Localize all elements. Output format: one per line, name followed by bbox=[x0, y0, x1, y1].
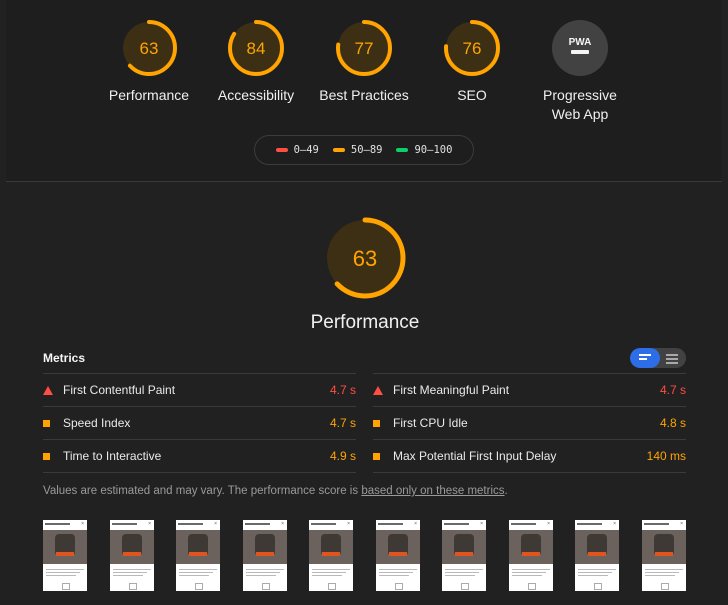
gauge-ring-icon: 76 bbox=[444, 20, 500, 76]
metrics-note: Values are estimated and may vary. The p… bbox=[43, 485, 508, 497]
metrics-bottom-rule bbox=[373, 472, 686, 473]
metrics-heading: Metrics bbox=[43, 351, 86, 365]
average-square-icon bbox=[373, 452, 389, 460]
metric-first-contentful-paint[interactable]: First Contentful Paint 4.7 s bbox=[43, 373, 356, 406]
metric-name: Max Potential First Input Delay bbox=[393, 449, 557, 463]
score-scale-legend: 0–49 50–89 90–100 bbox=[254, 135, 474, 165]
gauge-ring-icon: 84 bbox=[228, 20, 284, 76]
gauge-performance[interactable]: 63 Performance bbox=[94, 18, 204, 105]
note-text: Values are estimated and may vary. The p… bbox=[43, 485, 362, 497]
gauge-score: 77 bbox=[355, 39, 374, 58]
metric-name: Time to Interactive bbox=[63, 449, 162, 463]
category-gauges: 63 Performance 84 Accessibility 77 Best … bbox=[0, 0, 728, 140]
legend-range: 50–89 bbox=[350, 144, 383, 156]
gauge-score: 84 bbox=[247, 39, 266, 58]
gauge-ring-icon: 77 bbox=[336, 20, 392, 76]
metric-first-meaningful-paint[interactable]: First Meaningful Paint 4.7 s bbox=[373, 373, 686, 406]
pwa-label-line1: Progressive bbox=[543, 87, 617, 103]
pwa-badge-icon: PWA bbox=[552, 20, 608, 76]
filmstrip-frame: × bbox=[110, 520, 154, 591]
filmstrip-frame: × bbox=[309, 520, 353, 591]
average-square-icon bbox=[43, 419, 59, 427]
metric-name: First Contentful Paint bbox=[63, 383, 176, 397]
section-divider bbox=[6, 181, 722, 182]
expanded-view-icon bbox=[666, 354, 678, 366]
gauge-score: 63 bbox=[140, 39, 159, 58]
average-square-icon bbox=[43, 452, 59, 460]
filmstrip-frame: × bbox=[243, 520, 287, 591]
metrics-doc-link[interactable]: based only on these metrics bbox=[361, 485, 504, 497]
fail-triangle-icon bbox=[43, 385, 59, 395]
gauge-best-practices[interactable]: 77 Best Practices bbox=[309, 18, 419, 105]
swatch-icon bbox=[275, 148, 288, 152]
metrics-view-toggle[interactable] bbox=[630, 348, 686, 368]
pwa-badge-text: PWA bbox=[569, 37, 592, 48]
metric-speed-index[interactable]: Speed Index 4.7 s bbox=[43, 406, 356, 439]
gauge-pwa[interactable]: PWA Progressive Web App bbox=[525, 18, 635, 124]
filmstrip-frame: × bbox=[176, 520, 220, 591]
filmstrip-frame: × bbox=[509, 520, 553, 591]
legend-range: 90–100 bbox=[414, 144, 453, 156]
metric-value: 4.7 s bbox=[659, 383, 686, 397]
performance-title: Performance bbox=[310, 312, 420, 333]
gauge-score: 76 bbox=[463, 39, 482, 58]
legend-item-pass: 90–100 bbox=[396, 144, 452, 156]
metric-name: First CPU Idle bbox=[393, 416, 468, 430]
average-square-icon bbox=[373, 419, 389, 427]
gauge-ring-icon: 63 bbox=[121, 20, 177, 76]
legend-item-fail: 0–49 bbox=[275, 144, 319, 156]
metric-value: 4.8 s bbox=[659, 416, 686, 430]
filmstrip-frame: × bbox=[575, 520, 619, 591]
metric-time-to-interactive[interactable]: Time to Interactive 4.9 s bbox=[43, 439, 356, 472]
swatch-icon bbox=[396, 148, 409, 152]
metric-value: 140 ms bbox=[646, 449, 686, 463]
compact-view-icon bbox=[639, 354, 651, 362]
performance-gauge: 63 bbox=[322, 215, 408, 306]
filmstrip-frame: × bbox=[442, 520, 486, 591]
filmstrip-frame: × bbox=[642, 520, 686, 591]
pwa-label-line2: Web App bbox=[551, 106, 609, 122]
filmstrip-frame: × bbox=[43, 520, 87, 591]
legend-item-average: 50–89 bbox=[332, 144, 383, 156]
gauge-ring-icon: 63 bbox=[324, 217, 406, 299]
gauge-label: Best Practices bbox=[319, 87, 409, 103]
gauge-accessibility[interactable]: 84 Accessibility bbox=[201, 18, 311, 105]
metric-first-cpu-idle[interactable]: First CPU Idle 4.8 s bbox=[373, 406, 686, 439]
gauge-label: SEO bbox=[457, 87, 487, 103]
metrics-bottom-rule bbox=[43, 472, 356, 473]
legend-range: 0–49 bbox=[293, 144, 319, 156]
performance-score: 63 bbox=[353, 246, 377, 271]
gauge-seo[interactable]: 76 SEO bbox=[417, 18, 527, 105]
gauge-label: Accessibility bbox=[217, 87, 295, 103]
metric-name: First Meaningful Paint bbox=[393, 383, 510, 397]
fail-triangle-icon bbox=[373, 385, 389, 395]
filmstrip-frame: × bbox=[376, 520, 420, 591]
metric-value: 4.9 s bbox=[329, 449, 356, 463]
metric-max-potential-fid[interactable]: Max Potential First Input Delay 140 ms bbox=[373, 439, 686, 472]
metric-value: 4.7 s bbox=[329, 383, 356, 397]
filmstrip: × × × × × × × × × × bbox=[43, 520, 693, 592]
metric-name: Speed Index bbox=[63, 416, 131, 430]
swatch-icon bbox=[332, 148, 345, 152]
gauge-label: Performance bbox=[108, 87, 190, 103]
metric-value: 4.7 s bbox=[329, 416, 356, 430]
note-end: . bbox=[504, 485, 508, 497]
gauge-label: Progressive Web App bbox=[525, 86, 635, 124]
